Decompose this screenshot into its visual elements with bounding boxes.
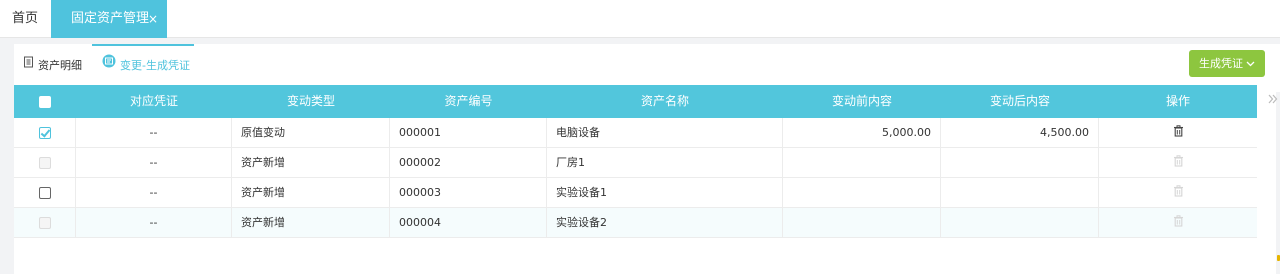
- before-value-cell: [783, 178, 941, 207]
- row-checkbox[interactable]: [38, 187, 51, 199]
- asset-name-cell: 电脑设备: [547, 118, 783, 147]
- asset-name-cell: 实验设备1: [547, 178, 783, 207]
- table-row[interactable]: -- 资产新增 000002 厂房1: [14, 148, 1257, 178]
- row-checkbox: [38, 157, 51, 169]
- subtab-asset-detail[interactable]: 资产明细: [23, 44, 93, 84]
- row-checkbox[interactable]: [38, 127, 51, 139]
- before-value-cell: 5,000.00: [783, 118, 941, 147]
- table-header: 对应凭证 变动类型 资产编号 资产名称 变动前内容 变动后内容 操作: [14, 85, 1257, 118]
- subtab-asset-detail-label: 资产明细: [38, 59, 82, 72]
- voucher-cell: --: [76, 118, 232, 147]
- main-panel: 资产明细 变更-生成凭证 生成凭证 对应凭证 变动类型 资产编号 资产名称 变动…: [14, 44, 1280, 274]
- column-header: 对应凭证: [129, 94, 178, 108]
- row-checkbox: [38, 217, 51, 229]
- action-cell: [1099, 148, 1257, 177]
- asset-no-cell: 000004: [390, 208, 547, 237]
- change-type-cell: 资产新增: [232, 148, 390, 177]
- change-table: 对应凭证 变动类型 资产编号 资产名称 变动前内容 变动后内容 操作 -- 原值…: [14, 85, 1257, 238]
- select-all-checkbox[interactable]: [39, 95, 51, 108]
- subtab-change-voucher-label: 变更-生成凭证: [120, 59, 190, 72]
- voucher-cell: --: [76, 148, 232, 177]
- table-row[interactable]: -- 资产新增 000004 实验设备2: [14, 208, 1257, 238]
- subtab-change-voucher[interactable]: 变更-生成凭证: [92, 44, 194, 84]
- generate-voucher-button[interactable]: 生成凭证: [1189, 50, 1265, 77]
- column-header: 资产名称: [640, 94, 689, 108]
- voucher-icon: [102, 45, 116, 85]
- voucher-cell: --: [76, 178, 232, 207]
- row-select-cell: [14, 208, 76, 237]
- column-header: 操作: [1165, 94, 1190, 108]
- trash-icon: [1173, 179, 1184, 208]
- row-select-cell: [14, 178, 76, 207]
- trash-icon: [1173, 209, 1184, 238]
- action-cell: [1099, 118, 1257, 147]
- change-type-cell: 资产新增: [232, 178, 390, 207]
- change-type-cell: 原值变动: [232, 118, 390, 147]
- change-type-cell: 资产新增: [232, 208, 390, 237]
- after-value-cell: 4,500.00: [941, 118, 1099, 147]
- before-value-cell: [783, 148, 941, 177]
- asset-no-cell: 000002: [390, 148, 547, 177]
- side-scroll-track: [1276, 92, 1280, 274]
- asset-name-cell: 厂房1: [547, 148, 783, 177]
- tab-asset-management-label: 固定资产管理: [71, 11, 150, 26]
- top-tab-bar: 首页 固定资产管理 ×: [0, 0, 1280, 38]
- column-header: 变动前内容: [831, 94, 892, 108]
- row-select-cell: [14, 148, 76, 177]
- close-icon[interactable]: ×: [148, 0, 158, 38]
- tab-asset-management[interactable]: 固定资产管理 ×: [51, 0, 167, 38]
- trash-icon: [1173, 149, 1184, 178]
- document-icon: [23, 43, 34, 87]
- after-value-cell: [941, 178, 1099, 207]
- voucher-cell: --: [76, 208, 232, 237]
- generate-voucher-label: 生成凭证: [1199, 57, 1243, 70]
- after-value-cell: [941, 148, 1099, 177]
- row-select-cell: [14, 118, 76, 147]
- column-header: 变动类型: [286, 94, 335, 108]
- select-all-cell: [14, 85, 76, 118]
- action-cell: [1099, 208, 1257, 237]
- table-row[interactable]: -- 资产新增 000003 实验设备1: [14, 178, 1257, 208]
- trash-icon[interactable]: [1173, 119, 1184, 148]
- asset-name-cell: 实验设备2: [547, 208, 783, 237]
- tab-home[interactable]: 首页: [0, 0, 50, 38]
- before-value-cell: [783, 208, 941, 237]
- asset-no-cell: 000001: [390, 118, 547, 147]
- after-value-cell: [941, 208, 1099, 237]
- asset-no-cell: 000003: [390, 178, 547, 207]
- column-header: 资产编号: [444, 94, 493, 108]
- chevron-down-icon: [1246, 52, 1255, 79]
- table-row[interactable]: -- 原值变动 000001 电脑设备 5,000.00 4,500.00: [14, 118, 1257, 148]
- double-chevron-right-icon[interactable]: [1266, 90, 1280, 110]
- action-cell: [1099, 178, 1257, 207]
- column-header: 变动后内容: [989, 94, 1050, 108]
